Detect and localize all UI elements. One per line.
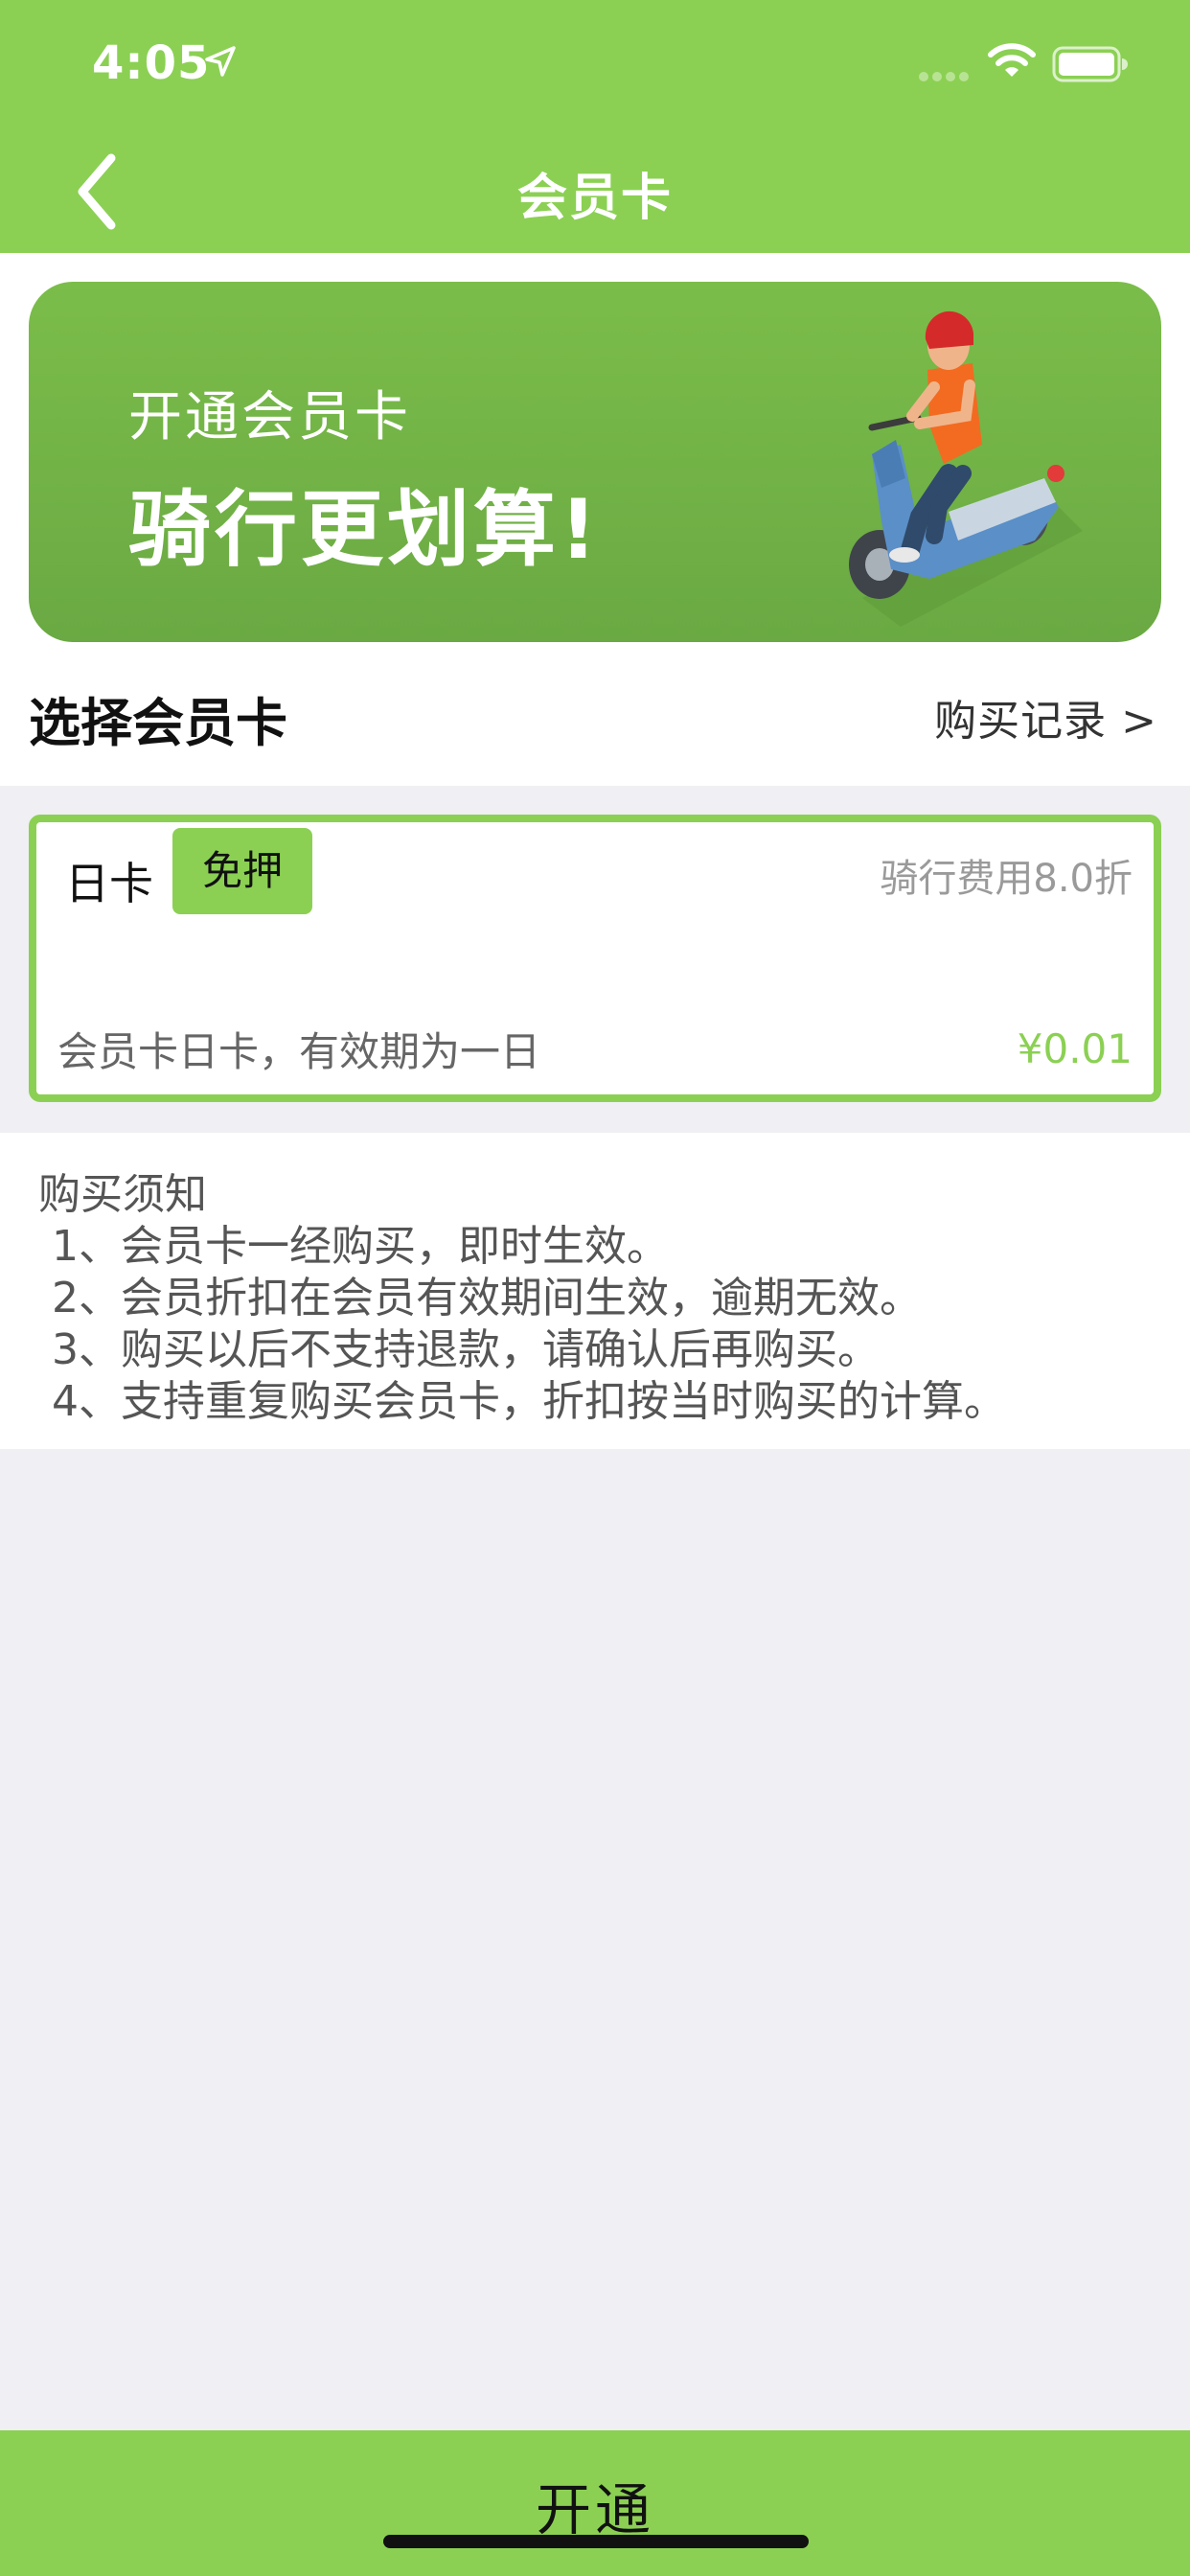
location-arrow-icon bbox=[205, 46, 236, 77]
banner-subtitle: 开通会员卡 bbox=[128, 386, 411, 448]
section-title: 选择会员卡 bbox=[29, 693, 287, 753]
activate-button-label: 开通 bbox=[535, 2479, 654, 2542]
page-title: 会员卡 bbox=[516, 170, 673, 227]
purchase-notice: 购买须知 1、会员卡一经购买，即时生效。 2、会员折扣在会员有效期间生效，逾期无… bbox=[0, 1133, 1190, 1449]
card-price: ¥0.01 bbox=[1017, 1025, 1133, 1072]
status-time: 4:05 bbox=[92, 36, 211, 90]
promo-banner[interactable]: 开通会员卡 骑行更划算! bbox=[29, 282, 1161, 642]
home-indicator bbox=[383, 2535, 809, 2548]
battery-icon bbox=[1052, 46, 1128, 82]
activate-button[interactable]: 开通 bbox=[0, 2430, 1190, 2576]
card-list: 日卡 免押 骑行费用8.0折 会员卡日卡，有效期为一日 ¥0.01 bbox=[0, 786, 1190, 1133]
deposit-free-badge: 免押 bbox=[172, 828, 312, 914]
bottom-bar: 开通 bbox=[0, 2430, 1190, 2576]
notice-line: 4、支持重复购买会员卡，折扣按当时购买的计算。 bbox=[52, 1377, 1006, 1426]
card-name: 日卡 bbox=[65, 858, 153, 909]
cellular-signal-icon bbox=[919, 72, 969, 81]
card-discount: 骑行费用8.0折 bbox=[880, 857, 1133, 901]
purchase-records-link[interactable]: 购买记录 > bbox=[934, 686, 1157, 748]
card-description: 会员卡日卡，有效期为一日 bbox=[57, 1028, 541, 1075]
banner-headline: 骑行更划算! bbox=[128, 482, 602, 578]
wifi-icon bbox=[988, 43, 1036, 77]
scooter-rider-illustration bbox=[849, 310, 1083, 627]
membership-card-day[interactable]: 日卡 免押 骑行费用8.0折 会员卡日卡，有效期为一日 ¥0.01 bbox=[29, 815, 1161, 1102]
top-section: 开通会员卡 骑行更划算! 选择会员卡 购买记录 > bbox=[0, 253, 1190, 786]
header: 4:05 会员卡 bbox=[0, 0, 1190, 253]
membership-card-page: 4:05 会员卡 开通会员卡 骑行更划算! 选择会员卡 购买记录 > 日卡 免押… bbox=[0, 0, 1190, 2576]
